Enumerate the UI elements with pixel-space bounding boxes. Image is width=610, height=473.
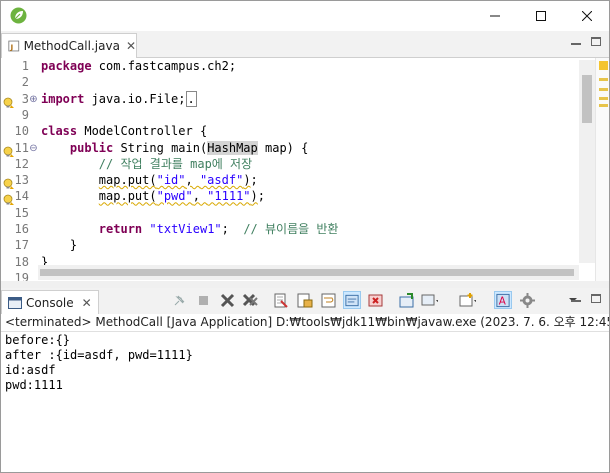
code-line[interactable]: return "txtView1"; // 뷰이름을 반환 xyxy=(41,221,339,237)
line-number: 15 xyxy=(14,205,29,220)
maximize-view-icon[interactable] xyxy=(591,294,601,303)
line-number: 2 xyxy=(21,75,29,90)
warning-marker[interactable] xyxy=(599,104,608,107)
view-sash[interactable] xyxy=(1,281,609,288)
editor-view-controls xyxy=(571,37,601,46)
word-wrap-icon[interactable] xyxy=(319,291,337,309)
pin-icon[interactable] xyxy=(171,291,189,309)
display-console-icon[interactable] xyxy=(420,291,438,309)
close-button[interactable] xyxy=(564,1,609,31)
scroll-thumb[interactable] xyxy=(40,269,574,276)
line-number: 14 xyxy=(14,189,29,204)
maximize-button[interactable] xyxy=(518,1,564,31)
editor-vertical-scrollbar[interactable] xyxy=(579,60,595,263)
tab-label: MethodCall.java xyxy=(23,39,120,53)
warning-marker[interactable] xyxy=(599,97,608,100)
minimize-button[interactable] xyxy=(472,1,518,31)
stop-icon[interactable] xyxy=(194,291,212,309)
tab-label: Console xyxy=(26,296,74,310)
svg-text:A: A xyxy=(499,295,506,307)
line-number: 18 xyxy=(14,254,29,269)
tab-methodcall-java[interactable]: J MethodCall.java ✕ xyxy=(1,33,137,58)
maximize-view-icon[interactable] xyxy=(591,37,601,46)
java-editor[interactable]: 1 2 3 ⊕ 9 10 11 ⊖ 12 13 14 15 16 17 18 19 package com.f… xyxy=(1,58,609,285)
code-line[interactable]: map.put("id", "asdf"); xyxy=(41,172,258,188)
spring-leaf-icon xyxy=(10,7,27,24)
console-output[interactable]: <terminated> MethodCall [Java Applicatio… xyxy=(1,314,609,472)
line-number: 3 xyxy=(21,91,29,106)
scroll-thumb[interactable] xyxy=(582,75,592,123)
overview-ruler[interactable] xyxy=(595,58,609,281)
tab-close-icon[interactable]: ✕ xyxy=(126,39,136,53)
warning-lightbulb-icon[interactable] xyxy=(3,94,15,108)
minimize-view-icon[interactable] xyxy=(571,294,581,303)
warning-marker[interactable] xyxy=(599,88,608,91)
warning-lightbulb-icon[interactable] xyxy=(3,143,15,157)
remove-launch-icon[interactable] xyxy=(218,291,236,309)
line-number: 9 xyxy=(21,107,29,122)
line-number: 13 xyxy=(14,173,29,188)
code-line[interactable]: // 작업 결과를 map에 저장 xyxy=(41,156,252,172)
code-line[interactable]: } xyxy=(41,237,77,253)
editor-horizontal-scrollbar[interactable] xyxy=(38,265,579,280)
scroll-lock-icon[interactable] xyxy=(295,291,313,309)
code-area[interactable]: package com.fastcampus.ch2; import java.i… xyxy=(41,58,579,273)
code-line[interactable]: import java.io.File;. xyxy=(41,90,197,107)
line-number: 16 xyxy=(14,222,29,236)
open-console-icon[interactable] xyxy=(397,291,415,309)
warning-summary-icon[interactable] xyxy=(599,61,608,70)
line-number: 17 xyxy=(14,238,29,253)
line-number: 1 xyxy=(21,59,29,73)
show-on-stdout-icon[interactable] xyxy=(343,291,361,309)
svg-text:J: J xyxy=(9,42,13,51)
tab-console[interactable]: Console ✕ xyxy=(1,290,99,315)
java-file-icon: J xyxy=(8,40,20,52)
code-line[interactable]: package com.fastcampus.ch2; xyxy=(41,58,236,74)
line-number-gutter: 1 2 3 ⊕ 9 10 11 ⊖ 12 13 14 15 16 17 18 19 xyxy=(1,58,38,285)
tab-close-icon[interactable]: ✕ xyxy=(82,296,92,310)
eclipse-window: J MethodCall.java ✕ 1 2 3 ⊕ 9 10 11 ⊖ 12 13 14 15 16… xyxy=(0,0,610,473)
output-line: before:{} xyxy=(5,333,71,347)
line-number: 11 xyxy=(14,140,29,155)
code-line[interactable]: map.put("pwd", "1111"); xyxy=(41,188,265,204)
remove-all-icon[interactable] xyxy=(241,291,259,309)
divider xyxy=(1,331,609,332)
code-line[interactable]: public String main(HashMap map) { xyxy=(41,140,308,156)
console-status: <terminated> MethodCall [Java Applicatio… xyxy=(5,315,610,329)
console-icon xyxy=(8,297,22,309)
settings-icon[interactable] xyxy=(518,291,536,309)
output-line: id:asdf xyxy=(5,363,56,377)
warning-lightbulb-icon[interactable] xyxy=(3,191,15,206)
line-number: 10 xyxy=(14,124,29,139)
clear-console-icon[interactable] xyxy=(271,291,289,309)
collapse-fold-icon[interactable]: ⊖ xyxy=(29,143,38,153)
editor-tab-strip: J MethodCall.java ✕ xyxy=(1,31,609,58)
pin-console-icon[interactable]: A xyxy=(494,291,512,309)
title-bar xyxy=(1,1,609,31)
output-line: after :{id=asdf, pwd=1111} xyxy=(5,348,193,362)
minimize-view-icon[interactable] xyxy=(571,37,581,46)
new-console-icon[interactable] xyxy=(458,291,476,309)
code-line[interactable]: class ModelController { xyxy=(41,123,207,139)
warning-marker[interactable] xyxy=(599,78,608,81)
warning-lightbulb-icon[interactable] xyxy=(3,175,15,190)
console-tab-strip: Console ✕ A xyxy=(1,288,609,315)
line-number: 12 xyxy=(14,156,29,171)
expand-fold-icon[interactable]: ⊕ xyxy=(29,94,38,104)
console-view-controls xyxy=(571,294,601,303)
output-line: pwd:1111 xyxy=(5,378,63,392)
show-on-stderr-icon[interactable] xyxy=(366,291,384,309)
